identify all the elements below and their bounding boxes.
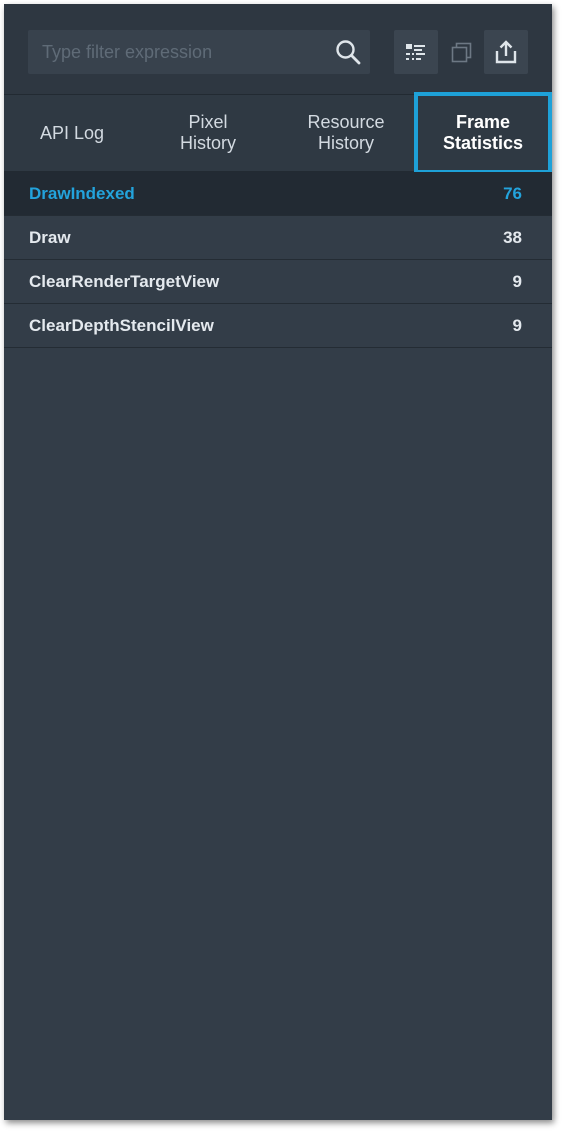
tab-label: Resource History [307, 112, 385, 153]
api-call-name: DrawIndexed [29, 184, 135, 203]
copy-icon[interactable] [440, 30, 484, 74]
list-item[interactable]: Draw 38 [4, 216, 552, 260]
tab-resource-history[interactable]: Resource History [276, 95, 416, 171]
list-view-icon[interactable] [394, 30, 438, 74]
frame-analysis-panel: API Log Pixel History Resource History F… [4, 4, 552, 1120]
filter-search-box [28, 30, 370, 74]
call-count: 9 [512, 272, 522, 291]
search-icon[interactable] [334, 38, 362, 66]
call-count: 76 [503, 184, 522, 203]
list-item[interactable]: ClearRenderTargetView 9 [4, 260, 552, 304]
export-icon[interactable] [484, 30, 528, 74]
frame-statistics-list: DrawIndexed 76 Draw 38 ClearRenderTarget… [4, 172, 552, 348]
tab-pixel-history[interactable]: Pixel History [140, 95, 276, 171]
list-item[interactable]: DrawIndexed 76 [4, 172, 552, 216]
tab-label: Pixel History [179, 112, 236, 153]
tab-label: Frame Statistics [442, 112, 524, 153]
tab-api-log[interactable]: API Log [4, 95, 140, 171]
tab-frame-statistics[interactable]: Frame Statistics [414, 92, 552, 174]
call-count: 38 [503, 228, 522, 247]
list-item[interactable]: ClearDepthStencilView 9 [4, 304, 552, 348]
toolbar [4, 4, 552, 95]
api-call-name: ClearDepthStencilView [29, 316, 214, 335]
api-call-name: Draw [29, 228, 71, 247]
tab-bar: API Log Pixel History Resource History F… [4, 92, 552, 174]
filter-input[interactable] [28, 30, 318, 74]
tab-label: API Log [39, 122, 105, 143]
call-count: 9 [512, 316, 522, 335]
api-call-name: ClearRenderTargetView [29, 272, 220, 291]
